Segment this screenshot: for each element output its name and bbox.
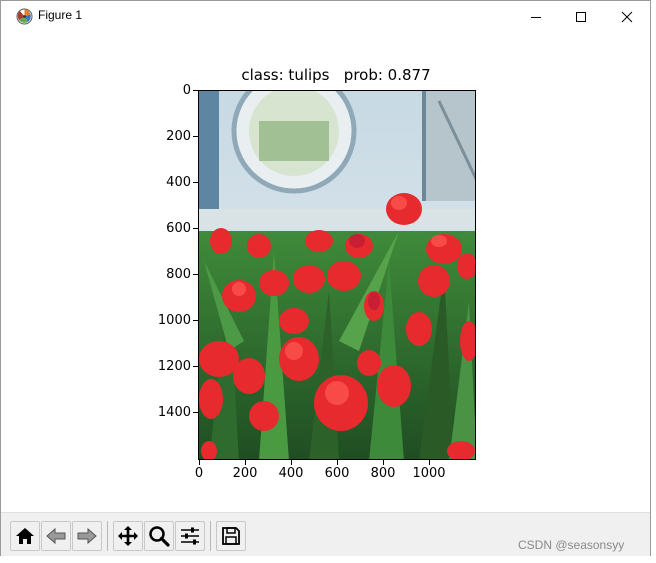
tulip-photo: [199, 91, 475, 459]
watermark: CSDN @seasonsyy: [518, 538, 625, 552]
minimize-icon: [531, 16, 541, 18]
y-tick-label: 400: [166, 175, 191, 190]
y-tick-label: 1000: [157, 313, 191, 328]
figure-window: Figure 1 class: tulips prob: 0.877 0 200…: [0, 0, 651, 556]
save-button[interactable]: [216, 521, 246, 551]
x-tick-mark: [291, 460, 292, 465]
y-tick-label: 600: [166, 221, 191, 236]
x-tick-label: 1000: [412, 466, 446, 481]
y-tick-label: 1200: [157, 359, 191, 374]
pan-button[interactable]: [113, 521, 143, 551]
x-tick-mark: [429, 460, 430, 465]
matplotlib-logo-icon: [16, 8, 33, 25]
x-tick-mark: [245, 460, 246, 465]
x-tick-mark: [199, 460, 200, 465]
forward-icon: [77, 527, 97, 545]
x-tick-mark: [383, 460, 384, 465]
pan-icon: [118, 526, 138, 546]
close-button[interactable]: [604, 1, 650, 32]
zoom-icon: [149, 526, 170, 547]
y-tick-mark: [193, 90, 198, 91]
y-tick-mark: [193, 136, 198, 137]
y-tick-mark: [193, 320, 198, 321]
x-tick-mark: [337, 460, 338, 465]
image-axes[interactable]: [198, 90, 476, 460]
zoom-button[interactable]: [144, 521, 174, 551]
x-tick-label: 800: [370, 466, 396, 481]
close-icon: [621, 11, 633, 22]
window-title: Figure 1: [38, 8, 83, 22]
y-tick-label: 800: [166, 267, 191, 282]
title-bar[interactable]: Figure 1: [1, 1, 650, 32]
y-tick-mark: [193, 182, 198, 183]
x-tick-label: 200: [232, 466, 258, 481]
back-button[interactable]: [41, 521, 71, 551]
y-tick-mark: [193, 274, 198, 275]
configure-subplots-button[interactable]: [175, 521, 205, 551]
y-tick-mark: [193, 228, 198, 229]
y-tick-mark: [193, 366, 198, 367]
figure-canvas[interactable]: class: tulips prob: 0.877 0 200 400 600 …: [1, 32, 650, 512]
y-tick-mark: [193, 412, 198, 413]
back-icon: [46, 527, 66, 545]
plot-title: class: tulips prob: 0.877: [241, 66, 431, 84]
y-tick-label: 200: [166, 129, 191, 144]
minimize-button[interactable]: [513, 1, 559, 32]
forward-button[interactable]: [72, 521, 102, 551]
x-tick-label: 400: [278, 466, 304, 481]
x-tick-label: 600: [324, 466, 350, 481]
y-tick-label: 0: [182, 83, 191, 98]
configure-subplots-icon: [181, 527, 199, 545]
save-icon: [222, 527, 240, 545]
y-tick-label: 1400: [157, 405, 191, 420]
toolbar-separator: [210, 521, 211, 551]
home-button[interactable]: [10, 521, 40, 551]
toolbar-separator: [107, 521, 108, 551]
maximize-button[interactable]: [558, 1, 604, 32]
maximize-icon: [576, 11, 586, 22]
home-icon: [16, 528, 34, 544]
x-tick-label: 0: [194, 466, 204, 481]
